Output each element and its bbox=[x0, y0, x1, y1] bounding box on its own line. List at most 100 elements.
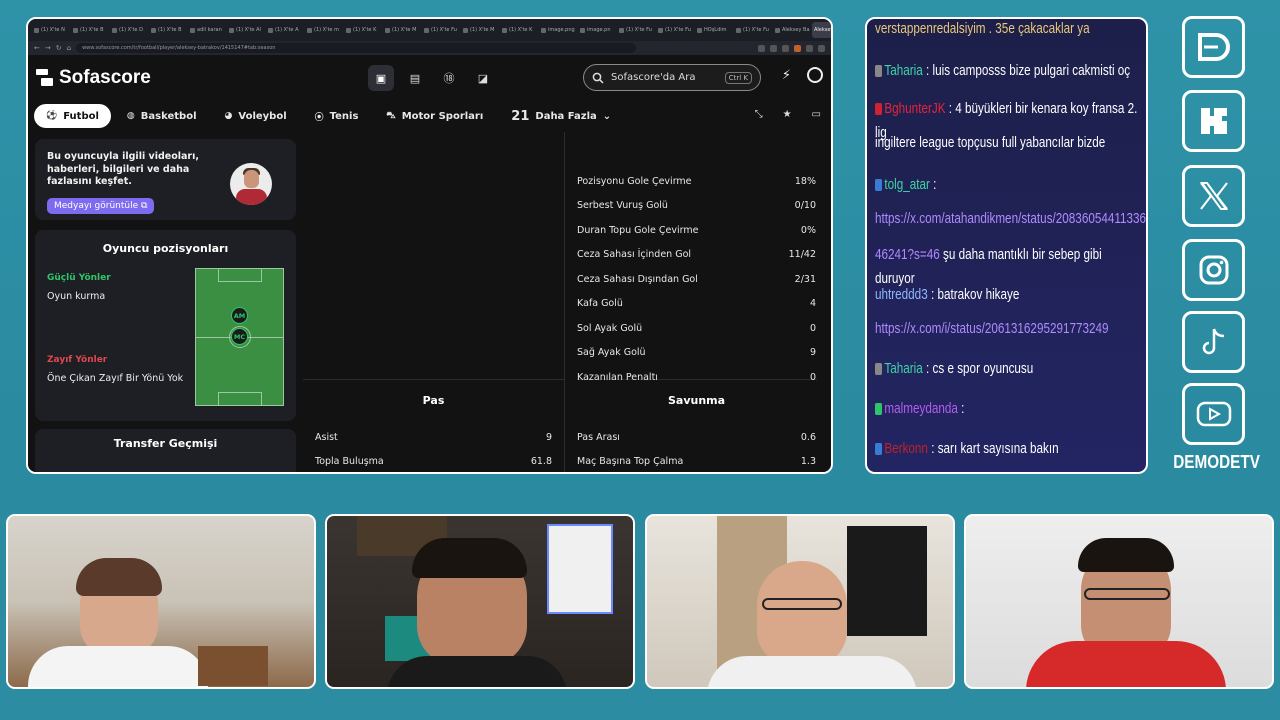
forward-icon[interactable]: → bbox=[45, 44, 51, 52]
browser-tab[interactable]: (1) X'te M bbox=[383, 22, 420, 38]
sport-tab-2[interactable]: ◍ Basketbol bbox=[115, 104, 209, 128]
home-icon[interactable]: ⌂ bbox=[67, 44, 71, 52]
browser-tab[interactable]: (1) X'te D bbox=[110, 22, 147, 38]
url-input[interactable]: www.sofascore.com/tr/football/player/ale… bbox=[76, 43, 637, 53]
media-card: Bu oyuncuyla ilgili videoları, haberleri… bbox=[35, 139, 296, 220]
stat-row: Kazanılan Penaltı 0 bbox=[577, 372, 816, 383]
tab-label: (1) X'te B bbox=[80, 27, 104, 33]
savunma-stat-row: Maç Başına Top Çalma 1.3 bbox=[577, 456, 816, 467]
stat-label: Maç Başına Top Çalma bbox=[577, 456, 684, 467]
browser-tab[interactable]: (1) X'te m bbox=[305, 22, 342, 38]
user-icon[interactable] bbox=[807, 67, 823, 83]
chat-text: : bbox=[957, 400, 965, 417]
browser-tab[interactable]: (1) X'te K bbox=[500, 22, 537, 38]
sport-tab-1[interactable]: ⚽ Futbol bbox=[34, 104, 111, 128]
browser-tab[interactable]: image.png bbox=[539, 22, 576, 38]
address-bar: ← → ↻ ⌂ www.sofascore.com/tr/football/pl… bbox=[28, 41, 831, 55]
reload-icon[interactable]: ↻ bbox=[56, 44, 62, 52]
news-icon[interactable]: ▤ bbox=[402, 65, 428, 91]
tab-label: (1) X'te M bbox=[392, 27, 417, 33]
kick-icon bbox=[1182, 90, 1245, 152]
fantasy-icon[interactable]: ◪ bbox=[470, 65, 496, 91]
pas-stat-row: Topla Buluşma 61.8 bbox=[315, 456, 552, 467]
position-dot-am: AM bbox=[231, 307, 248, 324]
chat-badge-icon bbox=[875, 443, 883, 456]
stat-label: Sol Ayak Golü bbox=[577, 323, 643, 334]
strengths-label: Güçlü Yönler bbox=[47, 273, 111, 283]
extension-icon[interactable] bbox=[770, 44, 777, 52]
extension-icon[interactable] bbox=[758, 44, 765, 52]
webcam-feed-3 bbox=[645, 514, 955, 689]
tab-favicon-icon bbox=[34, 27, 39, 33]
sport-tab-3[interactable]: ◕ Voleybol bbox=[213, 104, 299, 128]
extension-icon[interactable] bbox=[794, 44, 801, 52]
browser-tab[interactable]: (1) X'te Fu bbox=[617, 22, 654, 38]
browser-tab[interactable]: (1) X'te A bbox=[266, 22, 303, 38]
stat-label: Ceza Sahası Dışından Gol bbox=[577, 274, 698, 285]
star-icon[interactable]: ★ bbox=[783, 109, 792, 120]
back-icon[interactable]: ← bbox=[34, 44, 40, 52]
view-media-label: Medyayı görüntüle bbox=[54, 201, 139, 211]
sofascore-logo[interactable]: Sofascore bbox=[36, 67, 151, 89]
chat-badge-icon bbox=[875, 363, 883, 376]
tab-label: image.pn bbox=[587, 27, 611, 33]
browser-tab[interactable]: (1) X'te Fu bbox=[656, 22, 693, 38]
leagues-icon[interactable]: ⑱ bbox=[436, 65, 462, 91]
position-pitch: AM MC bbox=[195, 268, 284, 406]
browser-tab[interactable]: (1) X'te B bbox=[149, 22, 186, 38]
sofascore-logo-icon bbox=[36, 69, 53, 86]
savunma-stat-row: Pas Arası 0.6 bbox=[577, 432, 816, 443]
trend-icon[interactable]: ⤡ bbox=[755, 109, 763, 120]
browser-tab[interactable]: (1) X'te N bbox=[32, 22, 69, 38]
stat-value: 2/31 bbox=[794, 274, 816, 285]
browser-tab[interactable]: adil karan bbox=[188, 22, 225, 38]
chat-badge-icon bbox=[875, 179, 883, 192]
browser-tab[interactable]: (1) X'te M bbox=[461, 22, 498, 38]
sport-tab-6[interactable]: 21 Daha Fazla ⌄ bbox=[499, 104, 623, 128]
chat-text: https://x.com/i/status/20613162952917732… bbox=[875, 320, 1109, 337]
weaknesses-value: Öne Çıkan Zayıf Bir Yönü Yok bbox=[47, 373, 184, 384]
extension-icon[interactable] bbox=[806, 44, 813, 52]
extension-icon[interactable] bbox=[782, 44, 789, 52]
browser-tab[interactable]: (1) X'te K bbox=[344, 22, 381, 38]
position-dot-mc: MC bbox=[231, 328, 248, 345]
dlive-icon bbox=[1182, 16, 1245, 78]
lightning-icon[interactable]: ⚡ bbox=[782, 68, 791, 83]
browser-tab[interactable]: (1) X'te Fu bbox=[422, 22, 459, 38]
chat-message: ingiltere league topçusu full yabancılar… bbox=[875, 131, 1140, 155]
tab-label: (1) X'te A bbox=[275, 27, 299, 33]
sport-tab-4[interactable]: ⦿ Tenis bbox=[303, 104, 371, 128]
sport-tab-label: Motor Sporları bbox=[401, 110, 484, 122]
view-media-button[interactable]: Medyayı görüntüle ⧉ bbox=[47, 198, 155, 214]
tab-favicon-icon bbox=[307, 27, 312, 33]
positions-title: Oyuncu pozisyonları bbox=[102, 242, 229, 255]
search-bar[interactable]: Sofascore'da Ara Ctrl K bbox=[583, 64, 761, 91]
stat-label: Pas Arası bbox=[577, 432, 620, 443]
search-shortcut: Ctrl K bbox=[724, 71, 752, 84]
sport-tab-label: Voleybol bbox=[238, 110, 287, 122]
tab-strip: (1) X'te N (1) X'te B (1) X'te D (1) X'te B… bbox=[28, 19, 831, 41]
stat-value: 4 bbox=[809, 298, 816, 309]
tab-favicon-icon bbox=[697, 27, 702, 33]
sport-tab-label: Futbol bbox=[63, 110, 99, 122]
tv-icon[interactable]: ▭ bbox=[812, 109, 821, 120]
browser-tab[interactable]: (1) X'te Al bbox=[227, 22, 264, 38]
stat-value: 9 bbox=[809, 347, 816, 358]
stat-row: Ceza Sahası Dışından Gol 2/31 bbox=[577, 274, 816, 285]
tab-favicon-icon bbox=[580, 27, 585, 33]
browser-tab-active[interactable]: Aleksey Batrakov bbox=[812, 22, 831, 38]
sport-tab-5[interactable]: ⛍ Motor Sporları bbox=[374, 104, 495, 128]
extension-icon[interactable] bbox=[818, 44, 825, 52]
browser-tab[interactable]: HOşLdim bbox=[695, 22, 732, 38]
stat-value: 0/10 bbox=[794, 200, 816, 211]
search-placeholder: Sofascore'da Ara bbox=[611, 72, 696, 83]
tab-favicon-icon bbox=[112, 27, 117, 33]
stats-panel: Pas Savunma Pozisyonu Gole Çevirme 18% Ser… bbox=[303, 132, 831, 472]
tab-favicon-icon bbox=[229, 27, 234, 33]
tab-label: (1) X'te m bbox=[314, 27, 339, 33]
browser-tab[interactable]: Aleksey Ba bbox=[773, 22, 810, 38]
browser-tab[interactable]: image.pn bbox=[578, 22, 615, 38]
scores-icon[interactable]: ▣ bbox=[368, 65, 394, 91]
browser-tab[interactable]: (1) X'te Fu bbox=[734, 22, 771, 38]
browser-tab[interactable]: (1) X'te B bbox=[71, 22, 108, 38]
